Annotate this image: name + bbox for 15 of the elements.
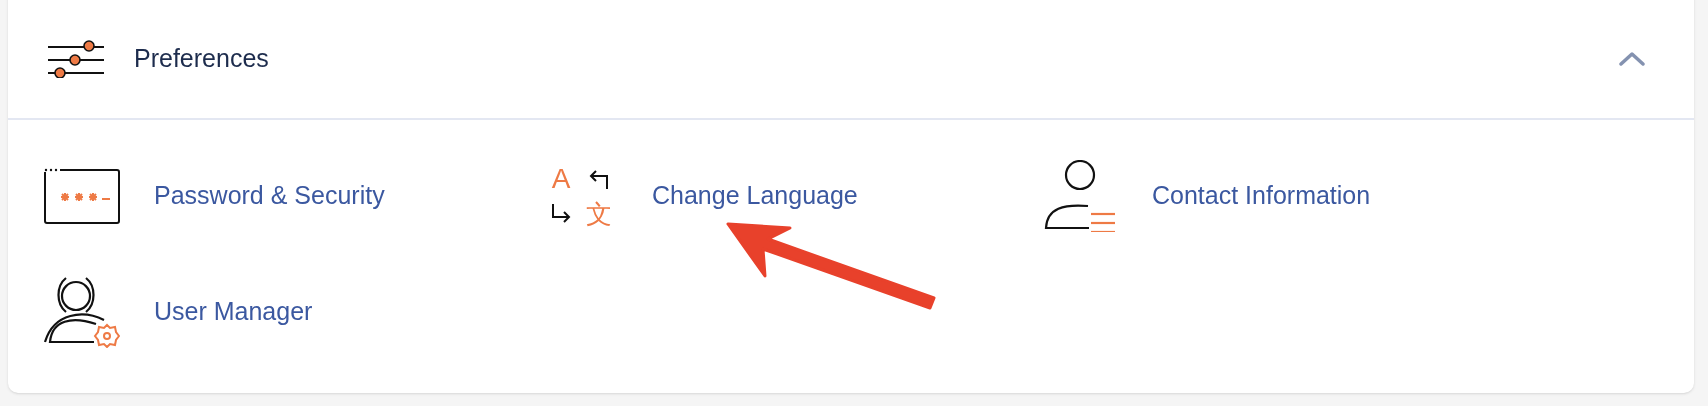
preference-link[interactable]: Change Language bbox=[652, 177, 858, 215]
glyph-a: A bbox=[551, 165, 571, 193]
return-arrow-icon bbox=[588, 168, 610, 190]
preference-link[interactable]: Password & Security bbox=[154, 177, 385, 215]
collapse-button[interactable] bbox=[1618, 49, 1646, 69]
password-window-icon bbox=[44, 168, 120, 224]
return-arrow-icon bbox=[550, 203, 572, 225]
contact-card-icon bbox=[1044, 160, 1116, 232]
preference-link[interactable]: Contact Information bbox=[1152, 177, 1371, 215]
glyph-wen: 文 bbox=[586, 201, 612, 227]
user-settings-icon bbox=[44, 276, 120, 348]
panel-title: Preferences bbox=[134, 43, 270, 75]
preference-link[interactable]: User Manager bbox=[154, 293, 313, 331]
chevron-icon bbox=[1619, 52, 1645, 66]
sliders-icon bbox=[48, 40, 106, 78]
